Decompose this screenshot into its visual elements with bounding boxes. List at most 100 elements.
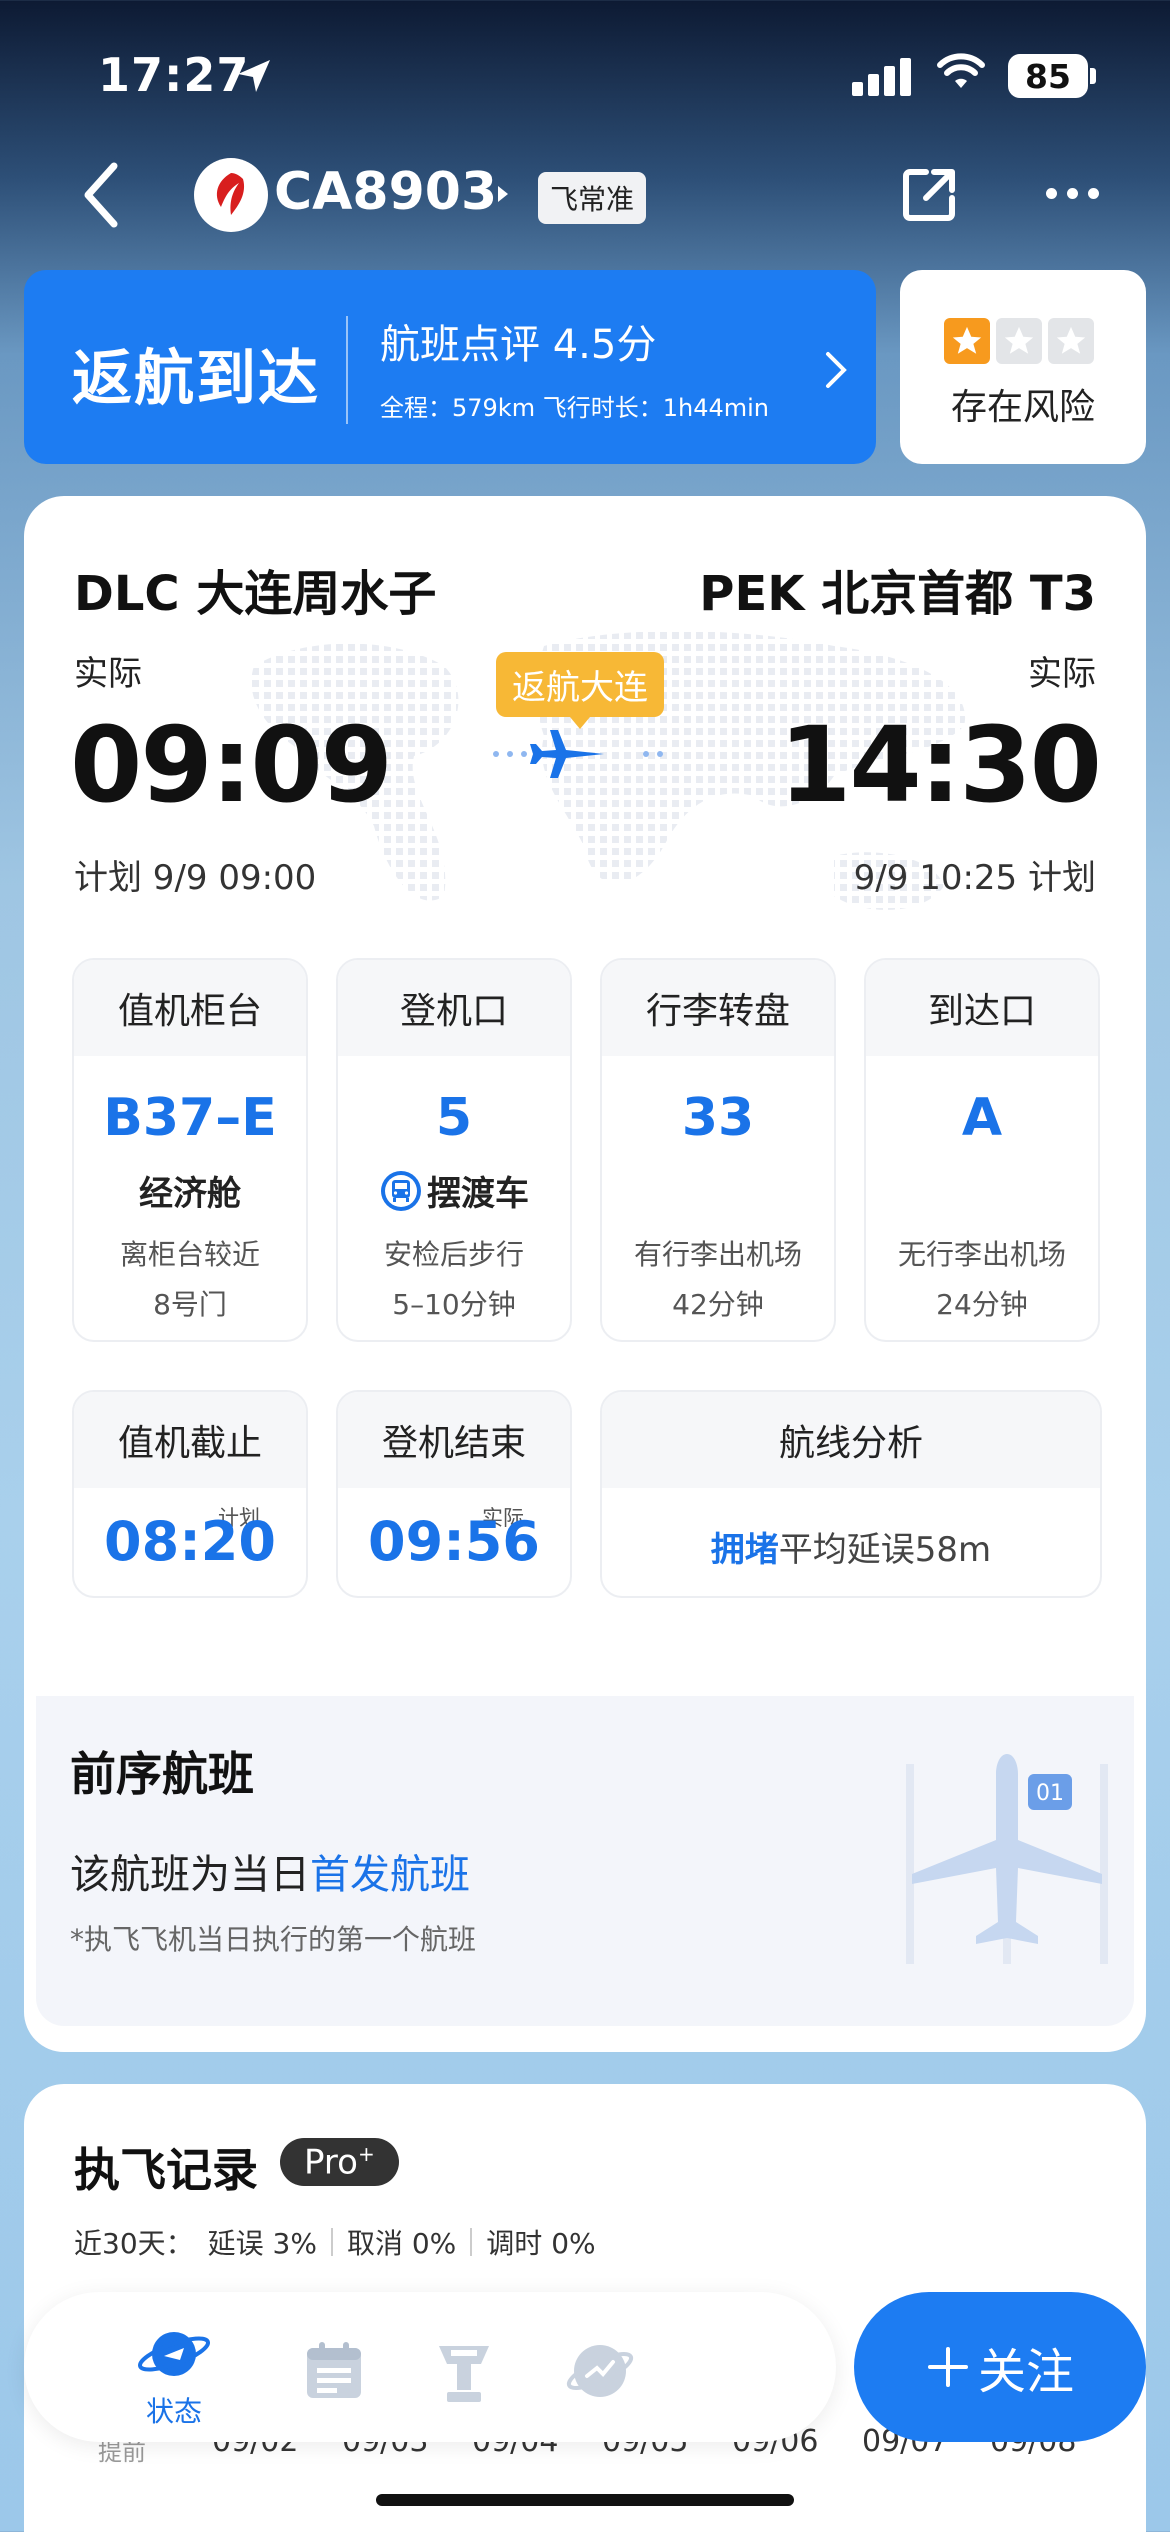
source-tag: 飞常准 xyxy=(538,172,647,224)
bus-icon xyxy=(381,1170,421,1211)
caret-right-icon[interactable] xyxy=(494,182,512,206)
battery-level: 85 xyxy=(1008,54,1088,98)
gate-box[interactable]: 登机口 5 摆渡车 安检后步行 5–10分钟 xyxy=(336,958,572,1342)
exit-note: 无行李出机场 24分钟 xyxy=(866,1230,1098,1330)
flight-record-stats: 近30天： 延误 3% 取消 0% 调时 0% xyxy=(74,2222,596,2262)
checkin-note-2: 8号门 xyxy=(153,1288,227,1321)
share-icon[interactable] xyxy=(900,166,958,224)
departure-actual-label: 实际 xyxy=(74,654,142,694)
checkin-deadline-box[interactable]: 值机截止 计划 08:20 xyxy=(72,1390,308,1598)
tab-discover[interactable] xyxy=(540,2336,660,2406)
discover-planet-icon xyxy=(566,2345,634,2397)
shuttle-label: 摆渡车 xyxy=(427,1174,529,1214)
route-analysis-title: 航线分析 xyxy=(602,1392,1100,1488)
arrival-time: 14:30 xyxy=(778,704,1102,826)
route-analysis-box[interactable]: 航线分析 拥堵平均延误58m xyxy=(600,1390,1102,1598)
record-delay: 延误 3% xyxy=(207,2227,317,2260)
pro-badge[interactable]: Pro+ xyxy=(280,2138,399,2187)
risk-label: 存在风险 xyxy=(950,387,1095,428)
flight-detail-card: DLC 大连周水子 PEK 北京首都 T3 实际 实际 09:09 14:30 … xyxy=(24,496,1146,2052)
boarding-end-value: 09:56 xyxy=(368,1510,540,1573)
first-flight-link[interactable]: 首发航班 xyxy=(310,1852,470,1898)
baggage-title: 行李转盘 xyxy=(602,960,834,1056)
plane-icon xyxy=(493,730,663,778)
baggage-note-1: 有行李出机场 xyxy=(633,1238,802,1271)
stats-divider xyxy=(470,2228,473,2256)
departure-airport[interactable]: DLC 大连周水子 xyxy=(74,554,436,624)
baggage-note: 有行李出机场 42分钟 xyxy=(602,1230,834,1330)
gate-title: 登机口 xyxy=(338,960,570,1056)
star-empty-icon xyxy=(996,318,1042,364)
bottom-tab-bar: 状态 xyxy=(24,2292,836,2442)
flight-status: 返航到达 xyxy=(72,344,320,414)
cabin-class-label: 经济舱 xyxy=(139,1174,241,1214)
airline-logo xyxy=(194,158,268,232)
previous-flight-badge: 01 xyxy=(1036,1781,1064,1806)
tab-calendar[interactable] xyxy=(274,2340,394,2402)
baggage-value: 33 xyxy=(681,1088,755,1148)
status-planet-icon xyxy=(137,2332,211,2376)
arrival-plan: 9/9 10:25 计划 xyxy=(853,858,1096,898)
flight-number[interactable]: CA8903 xyxy=(274,162,497,222)
boarding-end-box[interactable]: 登机结束 实际 09:56 xyxy=(336,1390,572,1598)
checkin-note: 离柜台较近 8号门 xyxy=(74,1230,306,1330)
flight-rating: 航班点评 4.5分 xyxy=(380,322,657,368)
risk-card[interactable]: 存在风险 xyxy=(900,270,1146,464)
return-tag: 返航大连 xyxy=(496,652,664,729)
record-cancel: 取消 0% xyxy=(346,2227,457,2260)
checkin-deadline-value: 08:20 xyxy=(104,1510,276,1573)
wifi-icon xyxy=(937,53,985,88)
gate-note-1: 安检后步行 xyxy=(383,1238,524,1271)
tab-status[interactable]: 状态 xyxy=(114,2322,234,2430)
pro-label: Pro xyxy=(304,2142,358,2183)
exit-title: 到达口 xyxy=(866,960,1098,1056)
baggage-carousel-box[interactable]: 行李转盘 33 有行李出机场 42分钟 xyxy=(600,958,836,1342)
baggage-note-2: 42分钟 xyxy=(672,1288,764,1321)
follow-label: 关注 xyxy=(977,2344,1074,2400)
checkin-counter-box[interactable]: 值机柜台 B37–E 经济舱 离柜台较近 8号门 xyxy=(72,958,308,1342)
route-congestion: 拥堵 xyxy=(710,1530,779,1570)
control-tower-icon xyxy=(439,2346,489,2402)
departure-plan: 计划 9/9 09:00 xyxy=(74,858,317,898)
back-chevron-icon[interactable] xyxy=(80,160,120,230)
flight-record-title: 执飞记录 xyxy=(74,2143,258,2197)
cabin-class: 经济舱 xyxy=(74,1166,306,1215)
gate-value: 5 xyxy=(435,1088,473,1148)
airplane-illustration-icon: 01 xyxy=(906,1754,1108,1964)
star-filled-icon xyxy=(944,318,990,364)
previous-flight-title: 前序航班 xyxy=(70,1747,254,1801)
chevron-right-icon xyxy=(826,352,847,388)
risk-stars xyxy=(944,318,1094,364)
previous-flight-text: 该航班为当日首发航班 xyxy=(70,1842,470,1900)
checkin-counter-title: 值机柜台 xyxy=(74,960,306,1056)
route-average-delay: 平均延误58m xyxy=(778,1530,992,1570)
arrival-exit-box[interactable]: 到达口 A 无行李出机场 24分钟 xyxy=(864,958,1100,1342)
previous-flight-section: 前序航班 该航班为当日首发航班 *执飞飞机当日执行的第一个航班 01 xyxy=(36,1696,1134,2026)
flight-status-banner[interactable]: 返航到达 航班点评 4.5分 全程：579km 飞行时长：1h44min xyxy=(24,270,876,464)
checkin-counter-value: B37–E xyxy=(103,1088,277,1148)
departure-time: 09:09 xyxy=(70,704,393,826)
follow-button[interactable]: 关注 xyxy=(854,2292,1146,2442)
exit-note-2: 24分钟 xyxy=(936,1288,1028,1321)
gate-note: 安检后步行 5–10分钟 xyxy=(338,1230,570,1330)
flight-distance-duration: 全程：579km 飞行时长：1h44min xyxy=(380,394,769,422)
boarding-end-title: 登机结束 xyxy=(338,1392,570,1488)
previous-flight-note: *执飞飞机当日执行的第一个航班 xyxy=(70,1923,477,1956)
tab-airport[interactable] xyxy=(404,2336,524,2406)
arrival-airport[interactable]: PEK 北京首都 T3 xyxy=(699,554,1096,624)
stats-divider xyxy=(330,2228,333,2256)
exit-value: A xyxy=(961,1088,1003,1148)
gate-note-2: 5–10分钟 xyxy=(392,1288,516,1321)
record-adjust: 调时 0% xyxy=(486,2227,596,2260)
banner-divider xyxy=(346,316,348,424)
tab-status-label: 状态 xyxy=(145,2395,202,2428)
more-icon[interactable] xyxy=(1046,188,1099,199)
battery-cap xyxy=(1090,68,1096,84)
arrival-actual-label: 实际 xyxy=(1028,654,1096,694)
shuttle-bus: 摆渡车 xyxy=(338,1166,570,1215)
route-analysis-text: 拥堵平均延误58m xyxy=(602,1522,1100,1571)
previous-flight-prefix: 该航班为当日 xyxy=(70,1852,310,1898)
status-time: 17:27 xyxy=(98,48,250,102)
record-range: 近30天： xyxy=(74,2227,194,2260)
checkin-note-1: 离柜台较近 xyxy=(119,1238,260,1271)
